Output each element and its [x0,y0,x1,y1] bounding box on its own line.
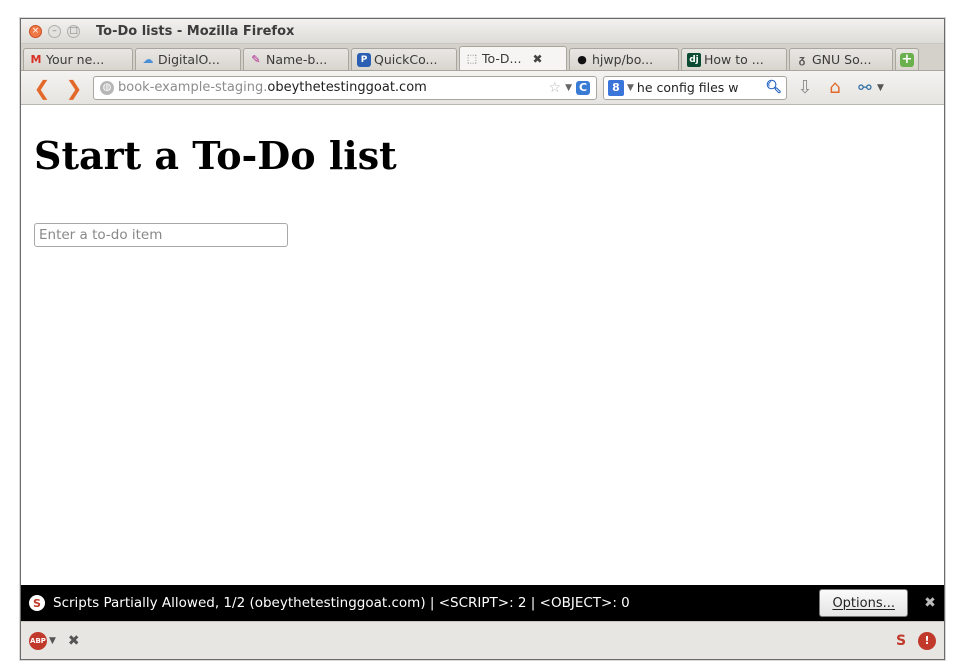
search-bar[interactable]: 8 ▼ he config files w 🔍︎ [603,75,787,100]
globe-icon: ◍ [100,80,114,95]
back-button[interactable]: ❮ [29,75,55,101]
home-icon[interactable]: ⌂ [823,76,847,100]
url-domain: obeythetestinggoat.com [267,80,427,95]
noscript-status-icon[interactable]: S [892,632,910,650]
feather-icon: ✎ [251,53,261,66]
addon-dropdown-icon[interactable]: ▼ [877,83,884,93]
tab-label: DigitalO... [158,52,220,67]
tab-quickcode[interactable]: P QuickCo... [351,48,457,70]
tab-digitalocean[interactable]: ☁ DigitalO... [135,48,241,70]
tab-label: hjwp/bo... [592,52,654,67]
plus-icon: + [900,52,914,67]
cloud-icon: ☁ [142,53,154,66]
noscript-icon: S [29,595,45,611]
page-title: Start a To-Do list [34,133,397,178]
navigation-toolbar: ❮ ❯ ◍ book-example-staging. obeythetestin… [21,71,944,105]
blocked-content-icon[interactable]: ! [918,631,936,650]
title-bar: × – □ To-Do lists - Mozilla Firefox [21,19,944,44]
noscript-notification-bar: S Scripts Partially Allowed, 1/2 (obeyth… [21,585,944,621]
tab-label: Your ne... [46,52,105,67]
adblock-dropdown-icon[interactable]: ▼ [49,636,56,646]
tab-todo-active[interactable]: ⬚ To-D... ✖ [459,46,567,70]
window-close-button[interactable]: × [29,24,42,38]
bookmark-star-icon[interactable]: ☆ [549,80,562,96]
blank-page-icon: ⬚ [466,52,478,65]
url-subdomain: book-example-staging. [118,80,268,95]
django-icon: dj [687,52,701,67]
url-bar[interactable]: ◍ book-example-staging. obeythetestinggoa… [93,75,597,100]
search-input[interactable]: he config files w [637,80,763,95]
gnu-icon: ᵹ [798,53,806,66]
downloads-icon[interactable]: ⇩ [793,76,817,100]
search-engine-dropdown-icon[interactable]: ▼ [627,83,634,93]
options-button[interactable]: Options... [819,589,908,617]
close-addon-bar-icon[interactable]: ✖ [68,633,80,649]
window-maximize-button[interactable]: □ [67,24,80,38]
python-icon: P [357,52,371,67]
tab-name-based[interactable]: ✎ Name-b... [243,48,349,70]
page-content: Start a To-Do list [21,105,944,585]
tab-gmail[interactable]: M Your ne... [23,48,133,70]
tab-label: GNU So... [812,52,872,67]
search-icon[interactable]: 🔍︎ [765,80,782,95]
tab-label: To-D... [482,51,522,66]
window-minimize-button[interactable]: – [48,24,61,38]
window-title: To-Do lists - Mozilla Firefox [96,23,295,39]
reload-icon[interactable]: C [576,80,590,95]
browser-window: × – □ To-Do lists - Mozilla Firefox M Yo… [20,18,945,660]
todo-item-input[interactable] [34,223,288,247]
adblock-plus-icon[interactable]: ABP [29,631,47,650]
tab-gnu[interactable]: ᵹ GNU So... [789,48,893,70]
google-search-engine-icon[interactable]: 8 [608,79,624,96]
noscript-message: Scripts Partially Allowed, 1/2 (obeythet… [53,595,630,611]
tab-strip: M Your ne... ☁ DigitalO... ✎ Name-b... P… [21,44,944,71]
tab-github[interactable]: ● hjwp/bo... [569,48,679,70]
sync-addon-icon[interactable]: ⚯ [853,76,877,100]
tab-close-icon[interactable]: ✖ [532,52,542,66]
tab-label: How to ... [704,52,764,67]
forward-button[interactable]: ❯ [61,75,87,101]
new-tab-button[interactable]: + [895,48,919,70]
history-dropdown-icon[interactable]: ▼ [565,83,572,93]
tab-django[interactable]: dj How to ... [681,48,787,70]
close-notification-icon[interactable]: ✖ [916,595,944,611]
tab-label: Name-b... [266,52,328,67]
gmail-icon: M [30,53,42,66]
tab-label: QuickCo... [374,52,438,67]
addon-bar: ABP ▼ ✖ S ! [21,621,944,659]
github-icon: ● [577,53,587,66]
